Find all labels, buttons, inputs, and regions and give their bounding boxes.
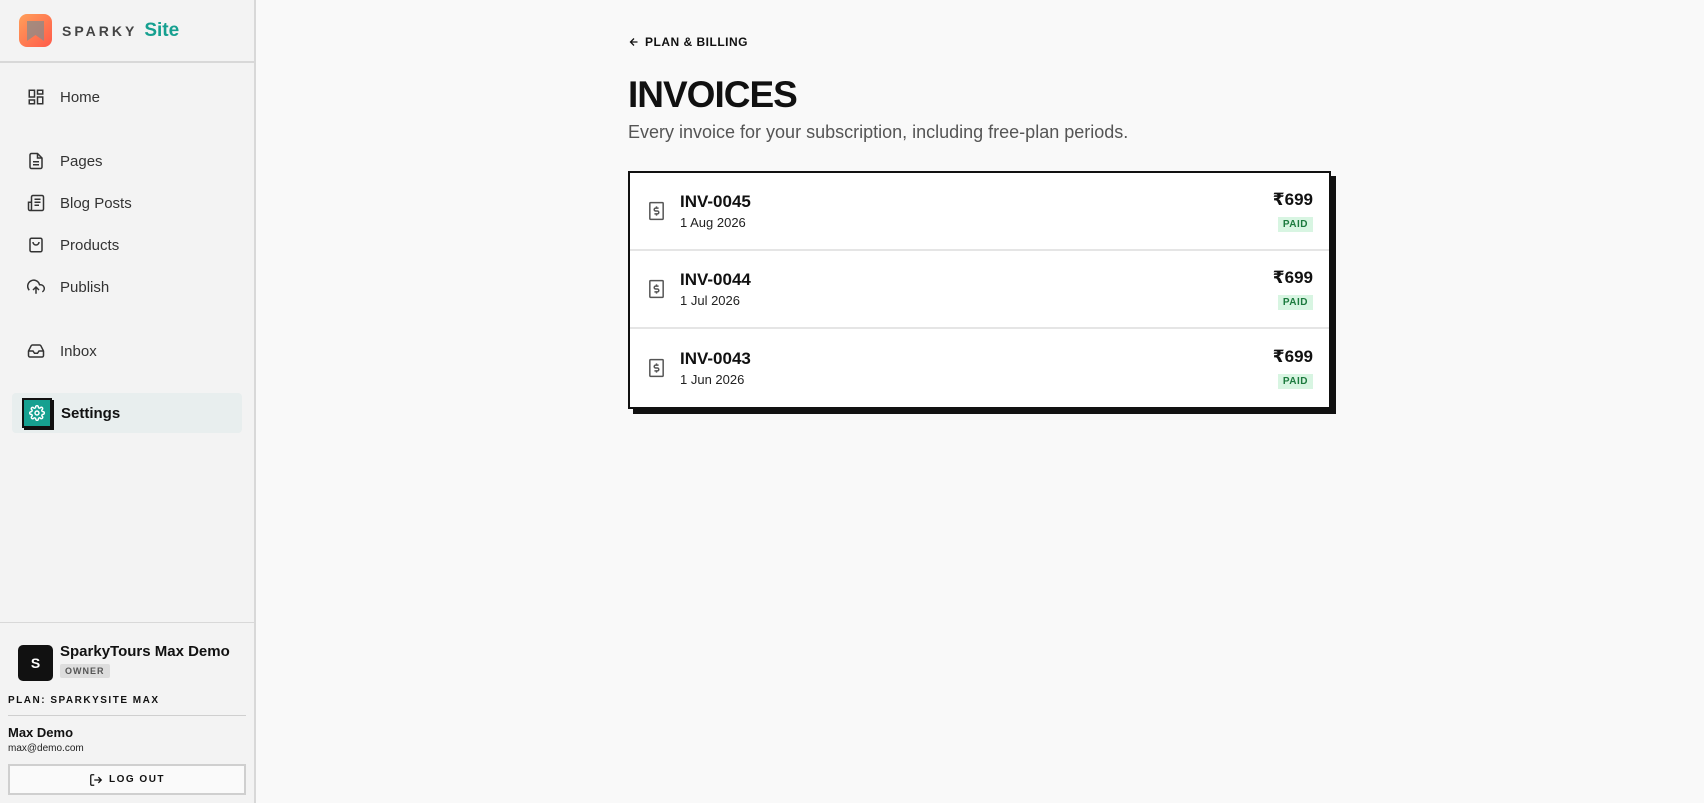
sidebar-item-label: Products bbox=[60, 236, 120, 254]
user-email: max@demo.com bbox=[8, 743, 84, 754]
logout-label: LOG OUT bbox=[108, 774, 166, 785]
settings-badge bbox=[22, 398, 52, 428]
org-name: SparkyTours Max Demo bbox=[60, 643, 230, 660]
invoice-amount: ₹699 bbox=[1272, 190, 1313, 209]
file-icon bbox=[29, 152, 43, 170]
invoice-number: INV-0044 bbox=[680, 270, 751, 289]
sidebar-item-label: Publish bbox=[60, 278, 110, 296]
status-badge: PAID bbox=[1277, 217, 1313, 232]
brand-name: SPARKY bbox=[62, 22, 138, 39]
log-out-icon bbox=[90, 773, 103, 786]
invoice-amount: ₹699 bbox=[1272, 268, 1313, 287]
sidebar-item-label: Inbox bbox=[60, 342, 97, 360]
brand[interactable]: SPARKY Site bbox=[0, 0, 254, 63]
page-subtitle: Every invoice for your subscription, inc… bbox=[628, 122, 1129, 142]
sidebar-item-home[interactable]: Home bbox=[0, 77, 242, 117]
shopping-bag-icon bbox=[29, 237, 43, 253]
logout-button[interactable]: LOG OUT bbox=[8, 764, 246, 795]
arrow-left-icon bbox=[629, 38, 638, 46]
back-link-label: PLAN & BILLING bbox=[645, 35, 748, 49]
back-link[interactable]: PLAN & BILLING bbox=[628, 35, 748, 49]
receipt-dollar-icon bbox=[649, 201, 664, 221]
sidebar-item-publish[interactable]: Publish bbox=[0, 267, 242, 307]
sidebar-item-label: Settings bbox=[61, 404, 121, 422]
sidebar-item-label: Pages bbox=[60, 152, 103, 170]
newspaper-icon bbox=[27, 194, 45, 212]
sidebar-item-blog-posts[interactable]: Blog Posts bbox=[0, 183, 242, 223]
invoice-number: INV-0045 bbox=[680, 192, 751, 211]
role-badge: OWNER bbox=[60, 664, 110, 678]
avatar: S bbox=[18, 645, 53, 681]
logo-icon bbox=[19, 14, 52, 47]
invoice-amount: ₹699 bbox=[1272, 347, 1313, 366]
invoice-date: 1 Jul 2026 bbox=[680, 293, 740, 308]
sidebar-item-label: Blog Posts bbox=[60, 194, 132, 212]
invoice-row[interactable]: INV-0045 1 Aug 2026 ₹699 PAID bbox=[630, 173, 1329, 251]
sidebar-item-label: Home bbox=[60, 88, 101, 106]
user-name: Max Demo bbox=[8, 725, 74, 740]
gear-icon bbox=[29, 405, 45, 421]
receipt-dollar-icon bbox=[649, 358, 664, 378]
org-switcher[interactable]: S SparkyTours Max Demo OWNER bbox=[8, 643, 246, 681]
page-title: INVOICES bbox=[628, 74, 798, 115]
sidebar-item-products[interactable]: Products bbox=[0, 225, 242, 265]
invoice-row[interactable]: INV-0043 1 Jun 2026 ₹699 PAID bbox=[630, 329, 1329, 407]
sidebar-nav: Home Pages Blog Posts Products Publish I… bbox=[0, 63, 254, 433]
sidebar-item-settings[interactable]: Settings bbox=[12, 393, 242, 433]
sidebar: SPARKY Site Home Pages Blog Posts Produc… bbox=[0, 0, 256, 803]
dashboard-icon bbox=[28, 89, 44, 105]
inbox-icon bbox=[27, 344, 45, 358]
status-badge: PAID bbox=[1277, 295, 1313, 310]
invoice-list: INV-0045 1 Aug 2026 ₹699 PAID INV-0044 1… bbox=[628, 171, 1331, 409]
invoice-date: 1 Jun 2026 bbox=[680, 372, 745, 387]
invoice-date: 1 Aug 2026 bbox=[680, 215, 746, 230]
account-panel: S SparkyTours Max Demo OWNER PLAN: SPARK… bbox=[0, 622, 254, 803]
sidebar-item-pages[interactable]: Pages bbox=[0, 141, 242, 181]
sidebar-item-inbox[interactable]: Inbox bbox=[0, 331, 242, 371]
invoice-row[interactable]: INV-0044 1 Jul 2026 ₹699 PAID bbox=[630, 251, 1329, 329]
receipt-dollar-icon bbox=[649, 279, 664, 299]
cloud-upload-icon bbox=[27, 279, 45, 294]
status-badge: PAID bbox=[1277, 374, 1313, 389]
invoice-number: INV-0043 bbox=[680, 349, 751, 368]
brand-suffix: Site bbox=[144, 19, 180, 41]
plan-label: PLAN: SPARKYSITE MAX bbox=[8, 695, 246, 716]
